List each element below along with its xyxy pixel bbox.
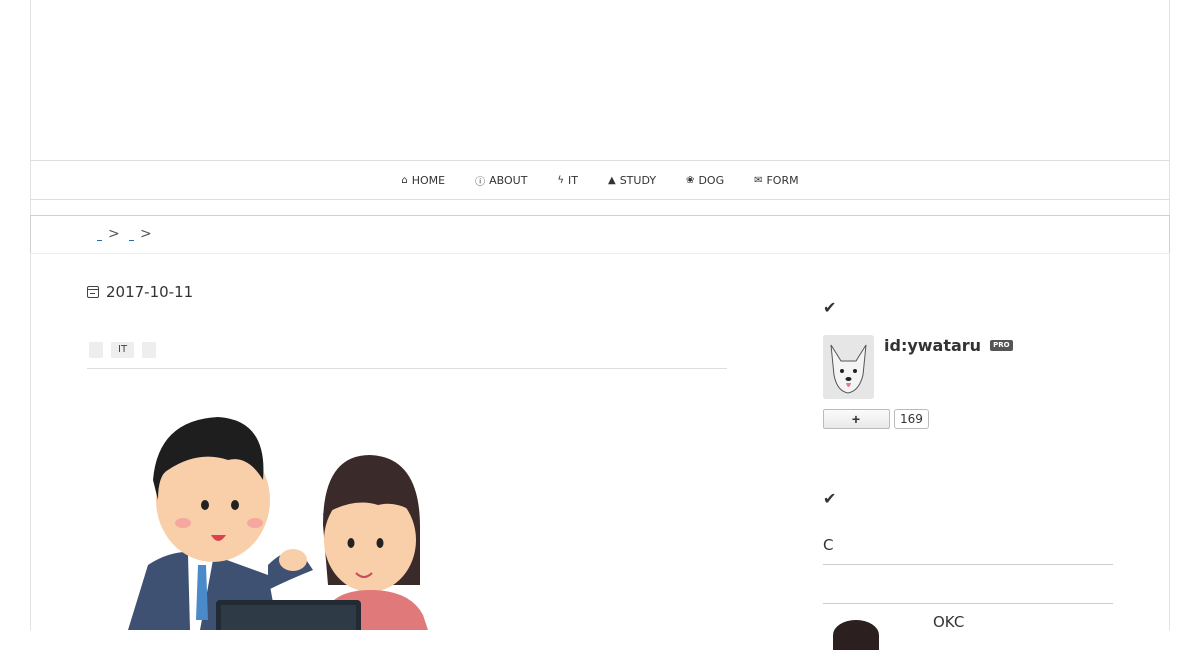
divider: [87, 368, 727, 369]
info-icon: ⓘ: [475, 176, 486, 188]
nav-home-label: HOME: [411, 173, 446, 187]
nav-about-label: ABOUT: [489, 173, 528, 187]
nav-study[interactable]: ▲ STUDY: [608, 174, 656, 187]
envelope-icon: ✉: [754, 174, 763, 186]
nav-form-label: FORM: [766, 173, 799, 187]
breadcrumb-separator: >: [108, 226, 120, 242]
post-date: 2017-10-11: [87, 283, 193, 301]
nav-study-label: STUDY: [619, 173, 657, 187]
office-workers-image: [128, 417, 428, 630]
nav-home[interactable]: ⌂ HOME: [401, 174, 445, 187]
home-icon: ⌂: [401, 174, 408, 186]
profile-username-link[interactable]: id:ywataru: [884, 336, 981, 355]
recent-post-title[interactable]: OKC: [933, 613, 964, 631]
global-nav: ⌂ HOME ⓘ ABOUT ϟ IT ▲ STUDY ❀ DOG ✉ FORM: [30, 160, 1170, 200]
nav-it[interactable]: ϟ IT: [557, 174, 578, 187]
article-illustration: [118, 405, 458, 630]
pro-badge: PRO: [990, 340, 1013, 351]
nav-dog[interactable]: ❀ DOG: [686, 174, 724, 187]
profile-name: id:ywataru PRO: [884, 336, 1013, 355]
divider: [823, 603, 1113, 604]
follower-count: 169: [894, 409, 929, 429]
nav-dog-label: DOG: [698, 173, 725, 187]
category-list: IT: [89, 342, 164, 358]
paw-icon: ❀: [686, 174, 695, 186]
nav-about[interactable]: ⓘ ABOUT: [475, 173, 527, 188]
bolt-icon: ϟ: [557, 174, 565, 186]
profile-avatar[interactable]: [823, 335, 874, 399]
graduation-cap-icon: ▲: [608, 174, 616, 186]
follow-button[interactable]: +: [823, 409, 890, 429]
recent-post-thumbnail[interactable]: [833, 620, 879, 650]
dog-avatar-image: [823, 335, 874, 399]
divider: [823, 564, 1113, 565]
breadcrumb-separator: >: [140, 226, 152, 242]
sidebar-section-heading: C: [823, 536, 834, 554]
breadcrumb-link-home[interactable]: [97, 226, 102, 241]
category-tag[interactable]: [142, 342, 157, 358]
check-icon: ✔: [823, 298, 837, 317]
breadcrumb-link-category[interactable]: [129, 226, 134, 241]
check-icon: ✔: [823, 489, 837, 508]
post-date-text: 2017-10-11: [106, 283, 194, 301]
nav-it-label: IT: [568, 173, 578, 187]
category-tag[interactable]: [89, 342, 103, 358]
breadcrumb: > >: [30, 215, 1170, 254]
divider: [30, 253, 1170, 254]
calendar-icon: [87, 286, 99, 298]
nav-form[interactable]: ✉ FORM: [754, 174, 799, 187]
category-tag-it[interactable]: IT: [111, 342, 135, 358]
